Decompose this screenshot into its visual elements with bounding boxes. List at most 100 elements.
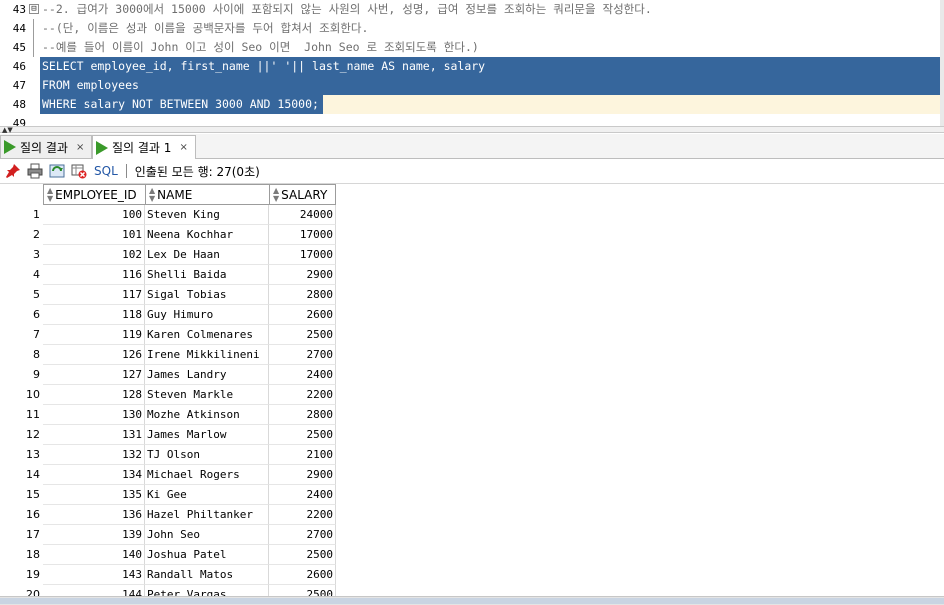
scrollbar-thumb[interactable] <box>0 598 944 604</box>
cell-name[interactable]: Joshua Patel <box>145 545 269 565</box>
tab-query-result-1[interactable]: 질의 결과 1 × <box>92 135 196 159</box>
table-row[interactable]: 19 143 Randall Matos 2600 <box>0 565 336 585</box>
editor-line[interactable]: 49 <box>0 114 944 126</box>
table-row[interactable]: 12 131 James Marlow 2500 <box>0 425 336 445</box>
editor-line[interactable]: 44 --(단, 이름은 성과 이름을 공백문자를 두어 합쳐서 조회한다. <box>0 19 944 38</box>
cell-name[interactable]: James Landry <box>145 365 269 385</box>
cell-salary[interactable]: 2500 <box>269 585 336 596</box>
cell-salary[interactable]: 2800 <box>269 405 336 425</box>
pin-icon[interactable] <box>4 162 22 180</box>
cell-employee-id[interactable]: 135 <box>43 485 145 505</box>
cell-salary[interactable]: 2800 <box>269 285 336 305</box>
cell-employee-id[interactable]: 136 <box>43 505 145 525</box>
cell-name[interactable]: Sigal Tobias <box>145 285 269 305</box>
table-row[interactable]: 8 126 Irene Mikkilineni 2700 <box>0 345 336 365</box>
cell-employee-id[interactable]: 118 <box>43 305 145 325</box>
column-header-name[interactable]: ▲ ▼ NAME <box>145 184 270 205</box>
cell-salary[interactable]: 2600 <box>269 565 336 585</box>
cell-name[interactable]: Irene Mikkilineni <box>145 345 269 365</box>
cell-salary[interactable]: 2500 <box>269 425 336 445</box>
table-row[interactable]: 3 102 Lex De Haan 17000 <box>0 245 336 265</box>
cell-salary[interactable]: 2700 <box>269 345 336 365</box>
table-row[interactable]: 9 127 James Landry 2400 <box>0 365 336 385</box>
cell-salary[interactable]: 2100 <box>269 445 336 465</box>
editor-line[interactable]: 47 FROM employees <box>0 76 944 95</box>
cell-employee-id[interactable]: 116 <box>43 265 145 285</box>
cell-employee-id[interactable]: 132 <box>43 445 145 465</box>
sort-icon[interactable]: ▲ ▼ <box>149 186 155 203</box>
column-header-employee-id[interactable]: ▲ ▼ EMPLOYEE_ID <box>43 184 146 205</box>
collapse-arrows-icon[interactable]: ▲▼ <box>2 127 13 134</box>
editor-line[interactable]: 45 --예를 들어 이름이 John 이고 성이 Seo 이면 John Se… <box>0 38 944 57</box>
cell-salary[interactable]: 2600 <box>269 305 336 325</box>
sort-icon[interactable]: ▲ ▼ <box>273 186 279 203</box>
editor-line[interactable]: 43 ⊟ --2. 급여가 3000에서 15000 사이에 포함되지 않는 사… <box>0 0 944 19</box>
cell-employee-id[interactable]: 126 <box>43 345 145 365</box>
cell-employee-id[interactable]: 130 <box>43 405 145 425</box>
table-row[interactable]: 2 101 Neena Kochhar 17000 <box>0 225 336 245</box>
sql-button[interactable]: SQL <box>94 164 118 178</box>
cell-employee-id[interactable]: 144 <box>43 585 145 596</box>
cell-salary[interactable]: 2400 <box>269 365 336 385</box>
sort-icon[interactable]: ▲ ▼ <box>47 186 53 203</box>
cell-employee-id[interactable]: 117 <box>43 285 145 305</box>
table-row[interactable]: 14 134 Michael Rogers 2900 <box>0 465 336 485</box>
close-icon[interactable]: × <box>179 142 187 153</box>
table-row[interactable]: 20 144 Peter Vargas 2500 <box>0 585 336 596</box>
cell-name[interactable]: Mozhe Atkinson <box>145 405 269 425</box>
cell-employee-id[interactable]: 127 <box>43 365 145 385</box>
cell-name[interactable]: TJ Olson <box>145 445 269 465</box>
editor-line[interactable]: 48 WHERE salary NOT BETWEEN 3000 AND 150… <box>0 95 944 114</box>
cell-name[interactable]: John Seo <box>145 525 269 545</box>
cell-employee-id[interactable]: 139 <box>43 525 145 545</box>
table-row[interactable]: 10 128 Steven Markle 2200 <box>0 385 336 405</box>
cell-name[interactable]: Michael Rogers <box>145 465 269 485</box>
cell-employee-id[interactable]: 128 <box>43 385 145 405</box>
cell-salary[interactable]: 2700 <box>269 525 336 545</box>
cell-employee-id[interactable]: 102 <box>43 245 145 265</box>
cell-employee-id[interactable]: 100 <box>43 205 145 225</box>
cell-employee-id[interactable]: 119 <box>43 325 145 345</box>
cell-name[interactable]: Randall Matos <box>145 565 269 585</box>
table-row[interactable]: 5 117 Sigal Tobias 2800 <box>0 285 336 305</box>
table-row[interactable]: 17 139 John Seo 2700 <box>0 525 336 545</box>
delete-grid-icon[interactable] <box>70 162 88 180</box>
cell-name[interactable]: Ki Gee <box>145 485 269 505</box>
column-header-salary[interactable]: ▲ ▼ SALARY <box>269 184 336 205</box>
cell-name[interactable]: Guy Himuro <box>145 305 269 325</box>
print-icon[interactable] <box>26 162 44 180</box>
table-row[interactable]: 11 130 Mozhe Atkinson 2800 <box>0 405 336 425</box>
cell-salary[interactable]: 17000 <box>269 245 336 265</box>
cell-name[interactable]: Steven King <box>145 205 269 225</box>
cell-employee-id[interactable]: 134 <box>43 465 145 485</box>
cell-salary[interactable]: 24000 <box>269 205 336 225</box>
cell-name[interactable]: Karen Colmenares <box>145 325 269 345</box>
sql-editor[interactable]: 43 ⊟ --2. 급여가 3000에서 15000 사이에 포함되지 않는 사… <box>0 0 944 126</box>
editor-scrollbar[interactable] <box>940 0 944 126</box>
cell-name[interactable]: Hazel Philtanker <box>145 505 269 525</box>
cell-salary[interactable]: 2500 <box>269 545 336 565</box>
table-row[interactable]: 7 119 Karen Colmenares 2500 <box>0 325 336 345</box>
cell-name[interactable]: Steven Markle <box>145 385 269 405</box>
table-row[interactable]: 1 100 Steven King 24000 <box>0 205 336 225</box>
cell-name[interactable]: Peter Vargas <box>145 585 269 596</box>
cell-employee-id[interactable]: 101 <box>43 225 145 245</box>
editor-line[interactable]: 46 SELECT employee_id, first_name ||' '|… <box>0 57 944 76</box>
cell-salary[interactable]: 2400 <box>269 485 336 505</box>
cell-name[interactable]: Lex De Haan <box>145 245 269 265</box>
cell-salary[interactable]: 2200 <box>269 385 336 405</box>
table-row[interactable]: 16 136 Hazel Philtanker 2200 <box>0 505 336 525</box>
results-grid[interactable]: ▲ ▼ EMPLOYEE_ID ▲ ▼ NAME ▲ ▼ SALARY 1 100 Ste… <box>0 184 944 596</box>
refresh-icon[interactable] <box>48 162 66 180</box>
cell-salary[interactable]: 2200 <box>269 505 336 525</box>
cell-employee-id[interactable]: 143 <box>43 565 145 585</box>
fold-toggle-icon[interactable]: ⊟ <box>29 4 39 14</box>
table-row[interactable]: 15 135 Ki Gee 2400 <box>0 485 336 505</box>
cell-name[interactable]: James Marlow <box>145 425 269 445</box>
table-row[interactable]: 4 116 Shelli Baida 2900 <box>0 265 336 285</box>
table-row[interactable]: 13 132 TJ Olson 2100 <box>0 445 336 465</box>
cell-employee-id[interactable]: 131 <box>43 425 145 445</box>
table-row[interactable]: 6 118 Guy Himuro 2600 <box>0 305 336 325</box>
pane-splitter[interactable]: ▲▼ <box>0 126 944 134</box>
horizontal-scrollbar[interactable] <box>0 596 944 605</box>
